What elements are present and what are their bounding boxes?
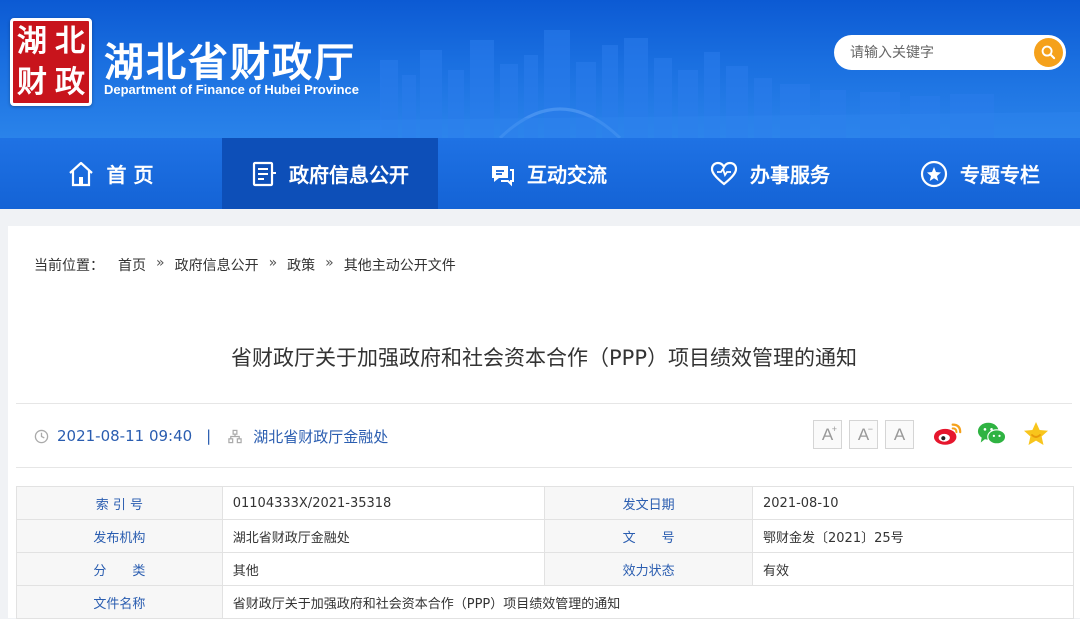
file-name-value: 省财政厅关于加强政府和社会资本合作（PPP）项目绩效管理的通知 — [221, 585, 1075, 619]
validity-status-label: 效力状态 — [544, 552, 754, 586]
wechat-icon — [977, 422, 1007, 445]
nav-label: 首 页 — [106, 163, 154, 187]
nav-item-topic[interactable]: 专题专栏 — [880, 138, 1080, 209]
organization-icon — [228, 429, 242, 443]
logo-seal: 湖 北 财 政 — [10, 18, 92, 106]
wechat-share-button[interactable] — [977, 419, 1007, 449]
breadcrumb-item-other-files[interactable]: 其他主动公开文件 — [344, 255, 456, 275]
breadcrumb-prefix: 当前位置： — [34, 258, 104, 274]
site-subtitle: Department of Finance of Hubei Province — [104, 82, 359, 97]
issuer-value: 湖北省财政厅金融处 — [221, 519, 546, 553]
font-size-tools: A + A − A — [813, 420, 914, 449]
document-icon — [252, 161, 276, 186]
breadcrumb-item-policy[interactable]: 政策 — [287, 255, 315, 275]
table-row: 发布机构 湖北省财政厅金融处 文 号 鄂财金发〔2021〕25号 — [16, 519, 1074, 553]
breadcrumb-item-home[interactable]: 首页 — [118, 255, 146, 275]
logo-char: 湖 — [17, 23, 47, 59]
site-title: 湖北省财政厅 — [104, 40, 356, 86]
validity-status-value: 有效 — [752, 552, 1074, 586]
divider — [16, 403, 1072, 404]
nav-label: 互动交流 — [527, 163, 607, 187]
article-source: 湖北省财政厅金融处 — [253, 427, 389, 446]
file-name-label: 文件名称 — [16, 585, 223, 619]
site-header: 湖 北 财 政 湖北省财政厅 Department of Finance of … — [0, 0, 1080, 138]
nav-item-service[interactable]: 办事服务 — [660, 138, 880, 209]
breadcrumb-separator: » — [325, 255, 334, 271]
table-row: 文件名称 省财政厅关于加强政府和社会资本合作（PPP）项目绩效管理的通知 — [16, 585, 1075, 619]
home-icon — [68, 161, 93, 186]
issuer-label: 发布机构 — [16, 519, 223, 553]
meta-separator: | — [206, 427, 212, 445]
article-meta: 2021-08-11 09:40 | 湖北省财政厅金融处 — [34, 424, 388, 448]
document-number-value: 鄂财金发〔2021〕25号 — [752, 519, 1074, 553]
logo-char: 财 — [17, 64, 47, 100]
chat-icon — [492, 165, 514, 186]
nav-label: 办事服务 — [750, 163, 830, 187]
search-input[interactable] — [850, 43, 1020, 63]
nav-item-home[interactable]: 首 页 — [0, 138, 220, 209]
document-info-table: 索 引 号 01104333X/2021-35318 发文日期 2021-08-… — [16, 486, 1075, 619]
category-label: 分 类 — [16, 552, 223, 586]
breadcrumb-separator: » — [156, 255, 165, 271]
font-increase-mark: + — [831, 424, 837, 434]
divider — [16, 467, 1072, 468]
index-number-label: 索 引 号 — [16, 486, 223, 520]
breadcrumb-item-gov-info[interactable]: 政府信息公开 — [175, 255, 259, 275]
font-increase-button[interactable]: A + — [813, 420, 842, 449]
nav-label: 专题专栏 — [960, 163, 1040, 187]
table-row: 索 引 号 01104333X/2021-35318 发文日期 2021-08-… — [16, 486, 1074, 520]
logo-char: 政 — [55, 64, 85, 100]
article-title: 省财政厅关于加强政府和社会资本合作（PPP）项目绩效管理的通知 — [231, 346, 857, 370]
issue-date-value: 2021-08-10 — [752, 486, 1074, 520]
font-reset-button[interactable]: A — [885, 420, 914, 449]
table-row: 分 类 其他 效力状态 有效 — [16, 552, 1074, 586]
share-tools — [933, 419, 1051, 449]
search-box — [834, 35, 1066, 70]
weibo-share-button[interactable] — [933, 419, 963, 449]
star-icon — [1024, 422, 1048, 445]
nav-item-gov-info[interactable]: 政府信息公开 — [222, 138, 438, 209]
clock-icon — [34, 429, 49, 443]
issue-date-label: 发文日期 — [544, 486, 754, 520]
main-nav: 首 页 政府信息公开 互动交流 办事服务 专题专栏 — [0, 138, 1080, 209]
breadcrumb-separator: » — [268, 255, 278, 271]
category-value: 其他 — [221, 552, 546, 586]
star-icon — [920, 160, 948, 187]
favorite-button[interactable] — [1021, 419, 1051, 449]
article-card: 当前位置： 首页 » 政府信息公开 » 政策 » 其他主动公开文件 省财政厅关于… — [8, 226, 1080, 619]
breadcrumb: 当前位置： 首页 » 政府信息公开 » 政策 » 其他主动公开文件 — [34, 255, 456, 275]
font-decrease-button[interactable]: A − — [849, 420, 878, 449]
font-reset-label: A — [893, 424, 906, 444]
heart-icon — [710, 161, 738, 185]
nav-item-interact[interactable]: 互动交流 — [438, 138, 658, 209]
search-icon — [1041, 45, 1056, 60]
index-number-value: 01104333X/2021-35318 — [221, 486, 546, 520]
nav-label: 政府信息公开 — [289, 163, 409, 187]
font-decrease-mark: − — [867, 424, 873, 434]
search-button[interactable] — [1034, 38, 1063, 67]
document-number-label: 文 号 — [544, 519, 754, 553]
logo-char: 北 — [55, 23, 85, 59]
weibo-icon — [933, 423, 962, 445]
publish-datetime: 2021-08-11 09:40 — [57, 427, 193, 445]
